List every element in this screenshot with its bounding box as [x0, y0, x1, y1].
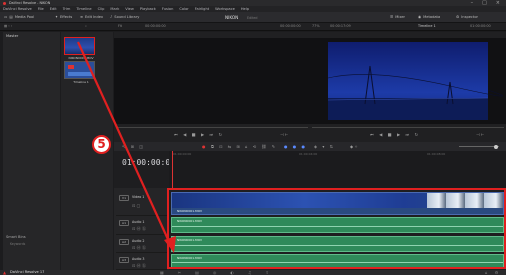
annotation-arrow — [76, 41, 176, 253]
step-number: 5 — [97, 137, 106, 151]
step-number-badge: 5 — [92, 135, 111, 154]
arrow-head — [164, 236, 176, 253]
